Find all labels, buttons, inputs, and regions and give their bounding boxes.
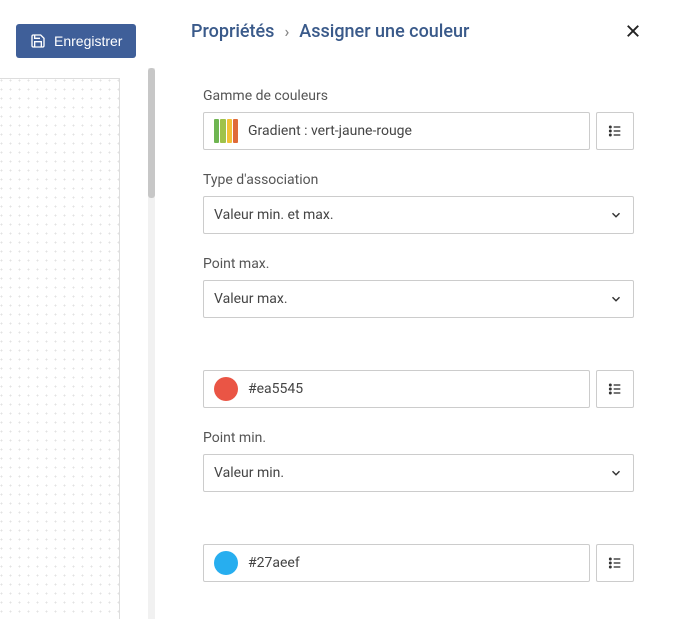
assoc-type-value: Valeur min. et max. [214, 207, 334, 223]
color-range-list-button[interactable] [596, 112, 634, 150]
list-icon [607, 123, 623, 139]
assoc-type-label: Type d'association [203, 172, 634, 188]
point-max-label: Point max. [203, 256, 634, 272]
color-max-value: #ea5545 [248, 381, 303, 397]
point-min-label: Point min. [203, 430, 634, 446]
close-icon [624, 22, 642, 40]
chevron-down-icon [609, 208, 623, 222]
save-icon [30, 33, 46, 49]
list-icon [607, 381, 623, 397]
color-max-select[interactable]: #ea5545 [203, 370, 590, 408]
scrollbar[interactable] [148, 68, 155, 619]
color-min-list-button[interactable] [596, 544, 634, 582]
chevron-down-icon [609, 466, 623, 480]
point-max-select[interactable]: Valeur max. [203, 280, 634, 318]
point-min-value: Valeur min. [214, 465, 284, 481]
breadcrumb: Propriétés › Assigner une couleur [191, 21, 469, 42]
save-button-label: Enregistrer [54, 33, 122, 49]
properties-panel: Propriétés › Assigner une couleur Gamme … [163, 0, 674, 619]
breadcrumb-separator: › [284, 22, 289, 41]
breadcrumb-current: Assigner une couleur [299, 21, 469, 42]
color-range-select[interactable]: Gradient : vert-jaune-rouge [203, 112, 590, 150]
color-dot-min [214, 551, 238, 575]
color-range-label: Gamme de couleurs [203, 88, 634, 104]
save-button[interactable]: Enregistrer [16, 24, 136, 58]
color-min-select[interactable]: #27aeef [203, 544, 590, 582]
gradient-swatch-icon [214, 119, 238, 143]
color-dot-max [214, 377, 238, 401]
color-max-list-button[interactable] [596, 370, 634, 408]
list-icon [607, 555, 623, 571]
color-min-value: #27aeef [248, 555, 300, 571]
point-max-value: Valeur max. [214, 291, 288, 307]
close-button[interactable] [620, 18, 646, 44]
breadcrumb-root[interactable]: Propriétés [191, 21, 274, 42]
chevron-down-icon [609, 292, 623, 306]
scrollbar-thumb[interactable] [148, 68, 155, 198]
assoc-type-select[interactable]: Valeur min. et max. [203, 196, 634, 234]
canvas-area[interactable] [0, 78, 120, 619]
point-min-select[interactable]: Valeur min. [203, 454, 634, 492]
color-range-value: Gradient : vert-jaune-rouge [248, 123, 412, 139]
